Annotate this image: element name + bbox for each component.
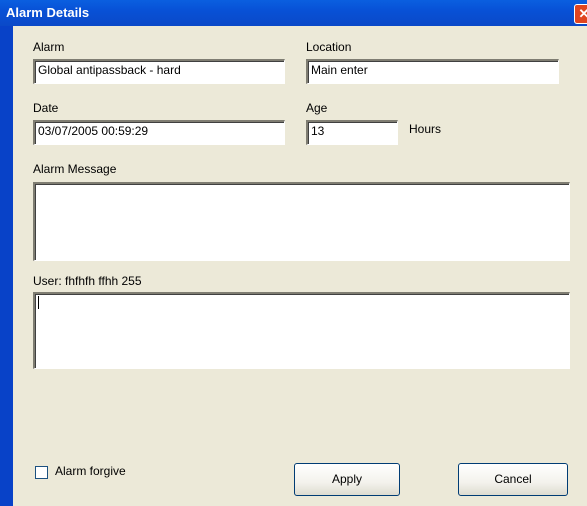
alarm-forgive-checkbox[interactable] [35,466,48,479]
dialog-body: Alarm Global antipassback - hard Locatio… [13,26,587,506]
date-field[interactable]: 03/07/2005 00:59:29 [33,120,285,145]
user-comment-textarea[interactable] [33,292,570,369]
alarm-message-textarea[interactable] [33,182,570,261]
alarm-details-window: Alarm Details ✕ Alarm Global antipassbac… [0,0,587,506]
location-label: Location [306,40,352,54]
age-unit-label: Hours [409,122,442,136]
alarm-label: Alarm [33,40,65,54]
cancel-button-label: Cancel [494,472,532,486]
text-cursor [38,296,39,309]
location-field[interactable]: Main enter [306,59,559,84]
age-label: Age [306,101,328,115]
user-label: User: fhfhfh ffhh 255 [33,274,142,288]
date-label: Date [33,101,59,115]
apply-button[interactable]: Apply [294,463,400,496]
alarm-field[interactable]: Global antipassback - hard [33,59,285,84]
window-title: Alarm Details [6,5,90,20]
window-frame-left [0,26,13,506]
close-icon[interactable]: ✕ [574,4,587,24]
age-field[interactable]: 13 [306,120,398,145]
title-bar[interactable]: Alarm Details ✕ [0,0,587,26]
apply-button-label: Apply [331,472,363,486]
cancel-button[interactable]: Cancel [458,463,568,496]
alarm-forgive-label[interactable]: Alarm forgive [55,464,126,478]
alarm-message-label: Alarm Message [33,162,117,176]
